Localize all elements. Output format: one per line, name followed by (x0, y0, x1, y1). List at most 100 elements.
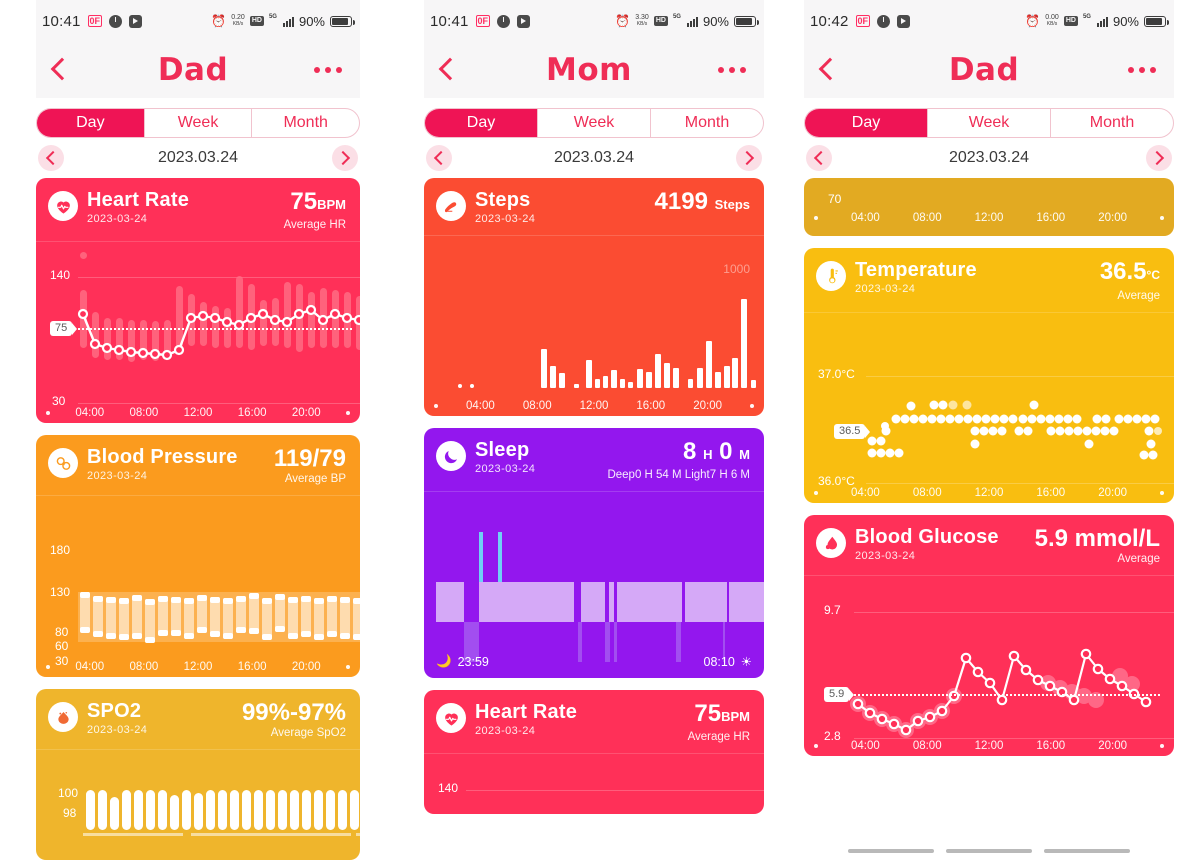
network-rate-value: 0.20 (231, 14, 245, 21)
card-steps[interactable]: Steps 2023-03-24 4199 Steps 1000 04:00 0… (424, 178, 764, 416)
x-tick: 20:00 (1098, 740, 1127, 752)
x-tick: 08:00 (912, 487, 942, 499)
page-title: Dad (948, 52, 1020, 88)
moon-icon: 🌙 (436, 654, 452, 668)
card-header: Blood Pressure 2023-03-24 119/79 Average… (36, 435, 360, 496)
x-axis-start-dot (46, 665, 50, 669)
back-button[interactable] (434, 55, 460, 85)
status-right: ⏰ 0.00 KB/s HD 5G 90% (1025, 14, 1169, 29)
x-axis: 04:00 08:00 12:00 16:00 20:00 (36, 661, 360, 673)
card-date: 2023-03-24 (87, 470, 148, 482)
period-segmented-control: Day Week Month (36, 98, 360, 138)
card-subtitle: Average HR (687, 731, 750, 743)
more-options-icon[interactable] (1128, 67, 1160, 73)
more-options-icon[interactable] (314, 67, 346, 73)
zeroF-badge-icon: 0F (87, 15, 103, 27)
date-next-button[interactable] (331, 145, 358, 171)
card-heart-rate[interactable]: Heart Rate 2023-03-24 75BPM Average HR 1… (36, 178, 360, 423)
date-prev-button[interactable] (806, 145, 832, 171)
spo2-chart: 100 98 (36, 750, 360, 860)
card-heart-rate-2[interactable]: Heart Rate 2023-03-24 75BPM Average HR 1… (424, 690, 764, 814)
tab-day[interactable]: Day (37, 109, 145, 137)
network-rate-unit: KB/s (636, 21, 648, 27)
card-header: Steps 2023-03-24 4199 Steps (424, 178, 764, 236)
x-tick: 08:00 (912, 740, 942, 752)
date-prev-button[interactable] (426, 145, 452, 171)
back-button[interactable] (814, 55, 840, 85)
x-tick: 04:00 (851, 740, 880, 752)
card-spo2[interactable]: SPO2 2023-03-24 99%-97% Average SpO2 100… (36, 689, 360, 860)
nav-bar: Dad (804, 42, 1174, 98)
clock-circle-icon (497, 14, 511, 28)
x-axis: 04:00 08:00 12:00 16:00 20:00 (424, 400, 764, 412)
card-value: 75 (290, 188, 318, 215)
sleep-minutes-unit: M (739, 447, 750, 462)
card-title: Steps (475, 189, 531, 211)
card-sleep[interactable]: Sleep 2023-03-24 8 H 0 M Deep0 H 54 M Li… (424, 428, 764, 678)
x-tick: 16:00 (1036, 212, 1066, 224)
date-prev-button[interactable] (38, 145, 64, 171)
card-date: 2023-03-24 (855, 283, 916, 295)
x-tick: 12:00 (579, 400, 609, 412)
status-bar: 10:42 0F ⏰ 0.00 KB/s HD 5G 90% (804, 0, 1174, 42)
network-rate-unit: KB/s (232, 21, 244, 27)
cards-list: Steps 2023-03-24 4199 Steps 1000 04:00 0… (424, 178, 764, 814)
nav-bar: Mom (424, 42, 764, 98)
x-tick: 04:00 (851, 487, 880, 499)
y-axis-max: 140 (438, 781, 459, 795)
signal-bars-icon (686, 16, 698, 27)
page-title: Dad (157, 52, 229, 88)
more-options-icon[interactable] (717, 67, 750, 73)
x-tick: 08:00 (522, 400, 552, 412)
x-tick: 16:00 (237, 661, 267, 673)
card-title: Heart Rate (475, 701, 578, 723)
battery-icon (1144, 15, 1169, 27)
card-partial-top[interactable]: 70 04:00 08:00 12:00 16:00 20:00 (804, 178, 1174, 236)
x-axis: 04:00 08:00 12:00 16:00 20:00 (36, 407, 360, 419)
card-header: Sleep 2023-03-24 8 H 0 M Deep0 H 54 M Li… (424, 428, 764, 492)
card-subtitle: Average SpO2 (270, 727, 346, 739)
back-button[interactable] (46, 55, 72, 85)
x-axis: 04:00 08:00 12:00 16:00 20:00 (804, 487, 1174, 499)
period-segmented-control: Day Week Month (424, 98, 764, 138)
x-tick: 20:00 (291, 407, 321, 419)
card-title: Temperature (855, 259, 977, 281)
sleep-hours-unit: H (703, 447, 713, 462)
x-tick: 12:00 (974, 740, 1004, 752)
tab-week[interactable]: Week (538, 109, 651, 137)
tab-month[interactable]: Month (252, 109, 359, 137)
heart-rate-chart: 140 30 75 04:00 08:00 12:00 16:00 20:00 (36, 242, 360, 423)
alarm-icon: ⏰ (1025, 14, 1041, 28)
x-tick: 16:00 (1036, 487, 1066, 499)
date-next-button[interactable] (1145, 145, 1172, 171)
battery-icon (734, 15, 759, 27)
x-tick: 04:00 (75, 407, 105, 419)
tab-week[interactable]: Week (928, 109, 1051, 137)
card-date: 2023-03-24 (475, 213, 536, 225)
card-blood-glucose[interactable]: Blood Glucose 2023-03-24 5.9 mmol/L Aver… (804, 515, 1174, 756)
status-right: ⏰ 0.20 KB/s HD 5G 90% (211, 14, 355, 29)
tab-day[interactable]: Day (805, 109, 928, 137)
heart-pulse-icon (436, 703, 466, 733)
date-selector: 2023.03.24 (36, 138, 360, 178)
date-next-button[interactable] (735, 145, 762, 171)
card-subtitle: Average HR (283, 219, 346, 231)
x-axis-end-dot (345, 411, 350, 415)
tab-day[interactable]: Day (425, 109, 538, 137)
tab-month[interactable]: Month (651, 109, 763, 137)
x-tick: 04:00 (851, 212, 880, 224)
card-temperature[interactable]: Temperature 2023-03-24 36.5°C Average 37… (804, 248, 1174, 503)
hd-icon: HD (653, 16, 668, 26)
thermometer-icon (816, 261, 846, 291)
card-value: 4199 (654, 188, 708, 215)
card-value: 75 (694, 700, 722, 727)
x-tick: 08:00 (129, 661, 159, 673)
card-blood-pressure[interactable]: Blood Pressure 2023-03-24 119/79 Average… (36, 435, 360, 677)
tab-month[interactable]: Month (1051, 109, 1173, 137)
zeroF-badge-icon: 0F (475, 15, 491, 27)
page-title: Mom (546, 52, 632, 88)
card-header: Blood Glucose 2023-03-24 5.9 mmol/L Aver… (804, 515, 1174, 576)
phone-screen-dad-1: 10:41 0F ⏰ 0.20 KB/s HD 5G 90% Dad Day W… (0, 0, 396, 863)
nav-bar: Dad (36, 42, 360, 98)
tab-week[interactable]: Week (145, 109, 253, 137)
